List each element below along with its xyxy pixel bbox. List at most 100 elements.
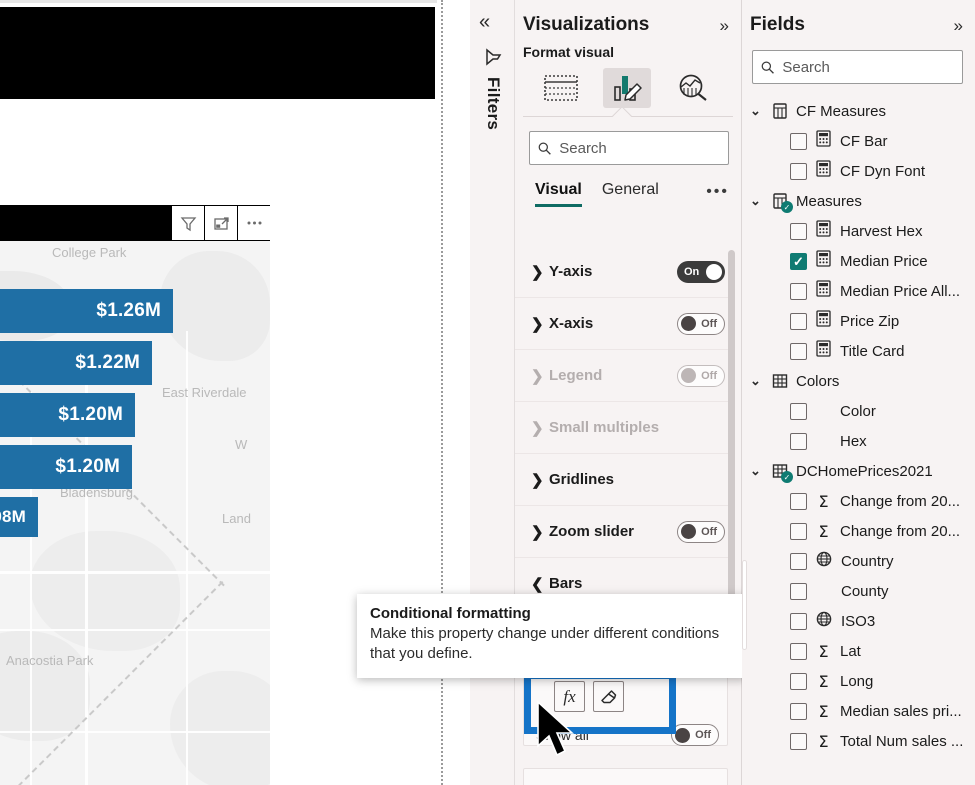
field-checkbox[interactable]: [790, 552, 807, 570]
chevron-down-icon[interactable]: ⌄: [750, 103, 764, 119]
bar-item[interactable]: $1.26M: [0, 289, 173, 333]
bar-item[interactable]: $1.20M: [0, 445, 132, 489]
field-checkbox[interactable]: [790, 702, 807, 720]
field-checkbox[interactable]: [790, 672, 807, 690]
field-item[interactable]: Harvest Hex: [742, 216, 975, 246]
field-checkbox[interactable]: [790, 162, 807, 180]
field-label: Long: [840, 672, 874, 690]
field-checkbox[interactable]: [790, 402, 807, 420]
y-axis-toggle[interactable]: On: [677, 260, 725, 283]
tab-general[interactable]: General: [602, 181, 659, 207]
tabs-more-icon[interactable]: •••: [706, 183, 729, 207]
field-checkbox[interactable]: [790, 432, 807, 450]
field-item[interactable]: County: [742, 576, 975, 606]
fields-scrollbar[interactable]: [742, 560, 747, 650]
field-checkbox[interactable]: [790, 132, 807, 150]
field-item[interactable]: CF Dyn Font: [742, 156, 975, 186]
section-gridlines[interactable]: ❯ Gridlines: [515, 454, 735, 506]
field-item[interactable]: Σ Long: [742, 666, 975, 696]
field-checkbox[interactable]: [790, 282, 807, 300]
filters-pane-collapsed[interactable]: Filters: [476, 48, 510, 130]
field-item[interactable]: Σ Change from 20...: [742, 486, 975, 516]
format-tool-icons: [515, 66, 741, 114]
field-label: Lat: [840, 642, 861, 660]
bar-item[interactable]: $1.08M: [0, 497, 38, 537]
fields-table-measures[interactable]: ⌄ ✓ Measures: [742, 186, 975, 216]
field-checkbox[interactable]: [790, 342, 807, 360]
fields-table-dchomeprices2021[interactable]: ⌄ ✓ DCHomePrices2021: [742, 456, 975, 486]
visual-header-bar: [0, 205, 270, 241]
collapse-panes-icon[interactable]: «: [479, 12, 490, 32]
section-zoom-slider[interactable]: ❯ Zoom slider Off: [515, 506, 735, 558]
fields-table-colors[interactable]: ⌄ Colors: [742, 366, 975, 396]
chevron-down-icon[interactable]: ⌄: [750, 373, 764, 389]
expand-visualizations-icon[interactable]: »: [720, 17, 729, 34]
section-y-axis[interactable]: ❯ Y-axis On: [515, 246, 735, 298]
analytics-icon[interactable]: [669, 68, 717, 108]
field-checkbox[interactable]: [790, 222, 807, 240]
field-item[interactable]: CF Bar: [742, 126, 975, 156]
report-banner-visual[interactable]: [0, 7, 435, 99]
field-checkbox[interactable]: [790, 492, 807, 510]
field-label: Price Zip: [840, 312, 900, 330]
bar-item[interactable]: $1.22M: [0, 341, 152, 385]
field-item[interactable]: Hex: [742, 426, 975, 456]
zoom-slider-toggle[interactable]: Off: [677, 520, 725, 543]
viz-search-input[interactable]: [559, 139, 720, 157]
field-label: Median Price All...: [840, 282, 961, 300]
field-checkbox[interactable]: [790, 582, 807, 600]
field-checkbox[interactable]: [790, 612, 807, 630]
format-visual-label: Format visual: [523, 44, 615, 60]
field-item[interactable]: Title Card: [742, 336, 975, 366]
show-all-toggle[interactable]: Off: [671, 724, 719, 746]
tool-divider: [523, 106, 733, 126]
bar-series: $1.26M $1.22M $1.20M $1.20M $1.08M: [0, 241, 270, 785]
field-item[interactable]: Σ Lat: [742, 636, 975, 666]
mouse-cursor: [536, 700, 582, 767]
field-item-median-price[interactable]: Median Price: [742, 246, 975, 276]
field-checkbox[interactable]: [790, 642, 807, 660]
visualizations-scrollbar[interactable]: [728, 250, 735, 650]
more-options-icon[interactable]: [237, 206, 270, 240]
fields-search-box[interactable]: [752, 50, 963, 84]
field-label: ISO3: [841, 612, 876, 630]
field-item[interactable]: Median Price All...: [742, 276, 975, 306]
visualizations-header: Visualizations »: [515, 0, 741, 42]
field-item[interactable]: Country: [742, 546, 975, 576]
field-item[interactable]: Σ Change from 20...: [742, 516, 975, 546]
field-item[interactable]: Color: [742, 396, 975, 426]
x-axis-toggle[interactable]: Off: [677, 312, 725, 335]
field-label: Title Card: [840, 342, 905, 360]
map-visual[interactable]: College Park East Riverdale W Bladensbur…: [0, 205, 280, 785]
chevron-down-icon[interactable]: ⌄: [750, 463, 764, 479]
field-item[interactable]: Σ Median sales pri...: [742, 696, 975, 726]
focus-mode-icon[interactable]: [204, 206, 237, 240]
bar-value-label: $1.22M: [0, 341, 152, 385]
field-item[interactable]: ISO3: [742, 606, 975, 636]
build-visual-icon[interactable]: [537, 68, 585, 108]
filter-icon[interactable]: [171, 206, 204, 240]
field-item[interactable]: Price Zip: [742, 306, 975, 336]
table-icon: ✓: [771, 462, 793, 483]
fields-table-cf-measures[interactable]: ⌄ CF Measures: [742, 96, 975, 126]
fields-table-label: Measures: [796, 192, 862, 210]
revert-to-default-eraser-button[interactable]: [593, 681, 624, 712]
tab-visual[interactable]: Visual: [535, 181, 582, 207]
fields-tree[interactable]: ⌄ CF Measures CF Bar CF Dyn Font ⌄ ✓ Mea…: [742, 84, 975, 756]
expand-fields-icon[interactable]: »: [954, 17, 963, 34]
fields-search-input[interactable]: [782, 58, 954, 76]
chevron-right-icon: ❯: [531, 367, 544, 385]
fields-pane[interactable]: Fields » ⌄ CF Measures CF Bar: [742, 0, 975, 785]
field-item[interactable]: Σ Total Num sales ...: [742, 726, 975, 756]
section-label: Y-axis: [549, 263, 593, 280]
field-checkbox[interactable]: [790, 522, 807, 540]
chevron-down-icon[interactable]: ⌄: [750, 193, 764, 209]
section-x-axis[interactable]: ❯ X-axis Off: [515, 298, 735, 350]
bar-item[interactable]: $1.20M: [0, 393, 135, 437]
field-checkbox[interactable]: [790, 312, 807, 330]
field-checkbox[interactable]: [790, 732, 807, 750]
viz-search-box[interactable]: [529, 131, 729, 165]
fields-search-container: [742, 42, 975, 84]
field-checkbox[interactable]: [790, 252, 807, 270]
format-visual-icon[interactable]: [603, 68, 651, 108]
